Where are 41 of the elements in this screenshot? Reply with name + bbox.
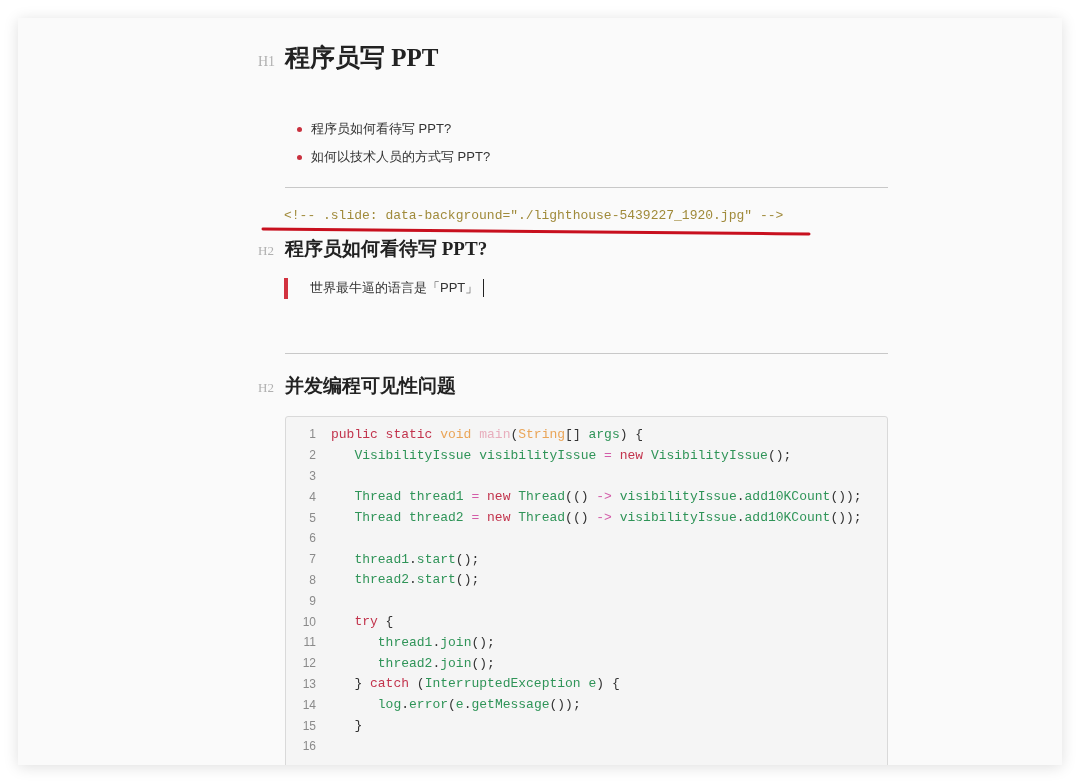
line-number: 8 — [309, 572, 316, 587]
code-line: } catch (InterruptedException e) { — [353, 676, 620, 692]
heading-title: 程序员如何看待写 PPT? — [285, 237, 488, 261]
html-comment: <!-- .slide: data-background="./lighthouse-5439227_1920.jpg" --> — [284, 207, 784, 225]
heading-title: 并发编程可见性问题 — [285, 374, 456, 398]
line-number: 16 — [302, 739, 316, 754]
line-number: 12 — [302, 656, 316, 671]
bullet-dot-icon — [297, 126, 302, 132]
code-line: Thread thread2 = new Thread(() -> visibilityIssue.add10KCount()); — [353, 510, 862, 526]
code-line: Thread thread1 = new Thread(() -> visibilityIssue.add10KCount()); — [353, 489, 862, 505]
line-number: 13 — [302, 676, 316, 691]
code-line: thread1.join(); — [376, 634, 495, 650]
code-line: log.error(e.getMessage()); — [376, 697, 581, 713]
heading-marker: H2 — [257, 243, 274, 259]
line-number: 3 — [309, 469, 316, 483]
code-line: thread2.join(); — [376, 655, 495, 671]
heading-marker: H2 — [257, 380, 274, 396]
line-number: 7 — [309, 552, 316, 567]
line-number: 15 — [302, 718, 316, 733]
line-number: 5 — [309, 510, 316, 525]
list-item-text: 程序员如何看待写 PPT? — [311, 120, 452, 138]
bullet-dot-icon — [297, 154, 302, 160]
line-number: 14 — [302, 697, 316, 712]
line-number: 1 — [309, 427, 316, 442]
code-line: thread2.start(); — [353, 572, 480, 588]
line-number: 10 — [302, 614, 316, 629]
code-line: VisibilityIssue visibilityIssue = new VisibilityIssue(); — [353, 447, 792, 463]
line-number: 2 — [309, 448, 316, 463]
line-number: 6 — [309, 531, 316, 546]
code-line: thread1.start(); — [353, 551, 480, 567]
heading-marker: H1 — [257, 54, 276, 70]
list-item-text: 如何以技术人员的方式写 PPT? — [311, 148, 491, 166]
line-number: 4 — [309, 489, 316, 504]
heading-title: 程序员写 PPT — [285, 43, 439, 73]
code-line: public static void main(String[] args) { — [331, 426, 644, 442]
line-number: 9 — [309, 593, 316, 608]
line-number: 11 — [303, 635, 316, 650]
code-line: } — [353, 718, 363, 734]
quote-text: 世界最牛逼的语言是「PPT」 — [310, 279, 479, 297]
code-line: try { — [353, 614, 394, 630]
quote-bar — [284, 277, 288, 299]
